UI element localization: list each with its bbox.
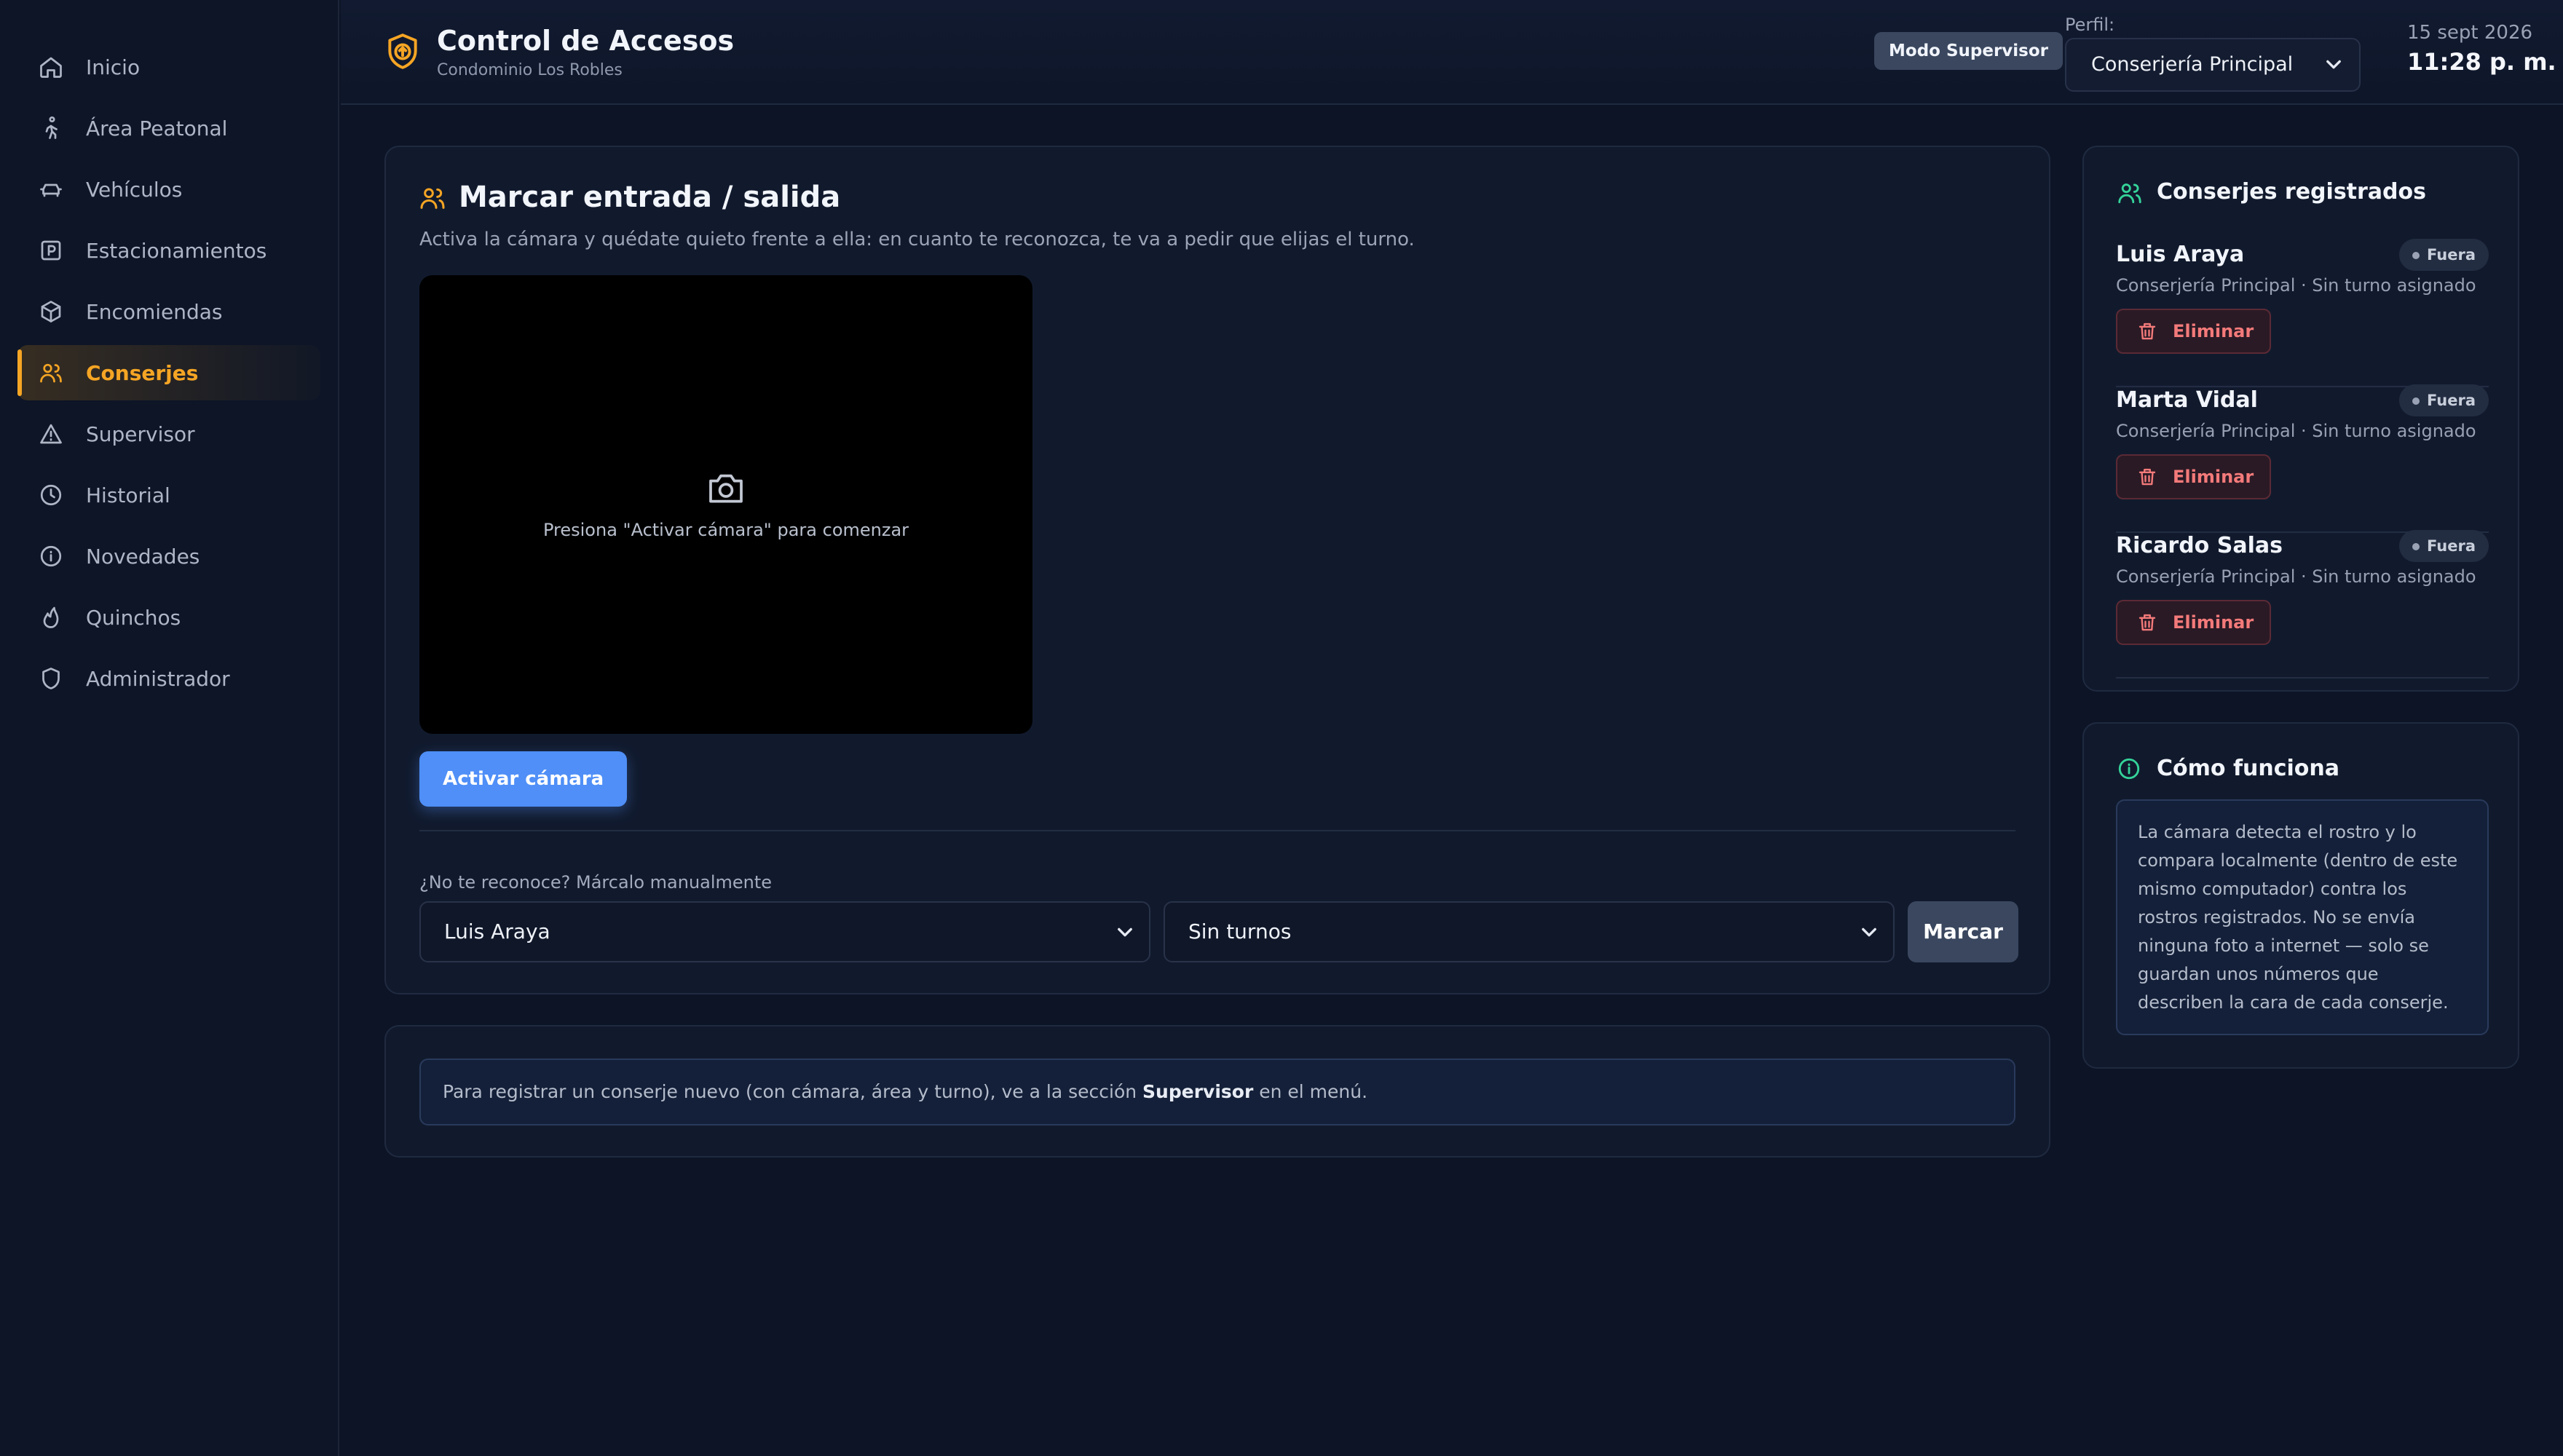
supervisor-mode-badge[interactable]: Modo Supervisor [1874, 32, 2064, 70]
camera-placeholder-text: Presiona "Activar cámara" para comenzar [542, 520, 909, 540]
sidebar-item-label: Supervisor [86, 422, 195, 446]
sidebar-item-inicio[interactable]: Inicio [17, 39, 320, 95]
panel-description: Activa la cámara y quédate quieto frente… [419, 229, 1415, 250]
delete-label: Eliminar [2173, 467, 2254, 487]
delete-guard-button[interactable]: Eliminar [2116, 600, 2272, 645]
info-text-after: en el menú. [1253, 1081, 1368, 1102]
delete-guard-button[interactable]: Eliminar [2116, 454, 2272, 499]
delete-guard-button[interactable]: Eliminar [2116, 309, 2272, 354]
info-text-supervisor: Supervisor [1142, 1081, 1254, 1102]
chevron-down-icon [1862, 927, 1876, 937]
trash-icon [2139, 468, 2156, 486]
guard-detail: Conserjería Principal · Sin turno asigna… [2116, 566, 2476, 587]
guard-name: Luis Araya [2116, 242, 2245, 267]
app-subtitle: Condominio Los Robles [437, 61, 623, 79]
profile-select-value: Conserjería Principal [2091, 53, 2294, 76]
profile-label: Perfil: [2065, 15, 2115, 35]
info-icon [40, 545, 62, 567]
registered-guards-title: Conserjes registrados [2157, 179, 2426, 205]
sidebar-item-vehiculos[interactable]: Vehículos [17, 162, 320, 217]
attendance-panel: Marcar entrada / salida Activa la cámara… [384, 146, 2050, 994]
parking-icon [41, 240, 61, 261]
register-info-panel: Para registrar un conserje nuevo (con cá… [384, 1025, 2050, 1158]
camera-icon [709, 474, 743, 503]
how-it-works-title: Cómo funciona [2157, 756, 2339, 781]
guard-name: Ricardo Salas [2116, 533, 2283, 558]
sidebar-item-label: Encomiendas [86, 299, 223, 324]
delete-label: Eliminar [2173, 321, 2254, 341]
app-title: Control de Accesos [437, 25, 735, 57]
camera-preview: Presiona "Activar cámara" para comenzar [419, 275, 1032, 734]
shift-select[interactable]: Sin turnos [1164, 901, 1895, 962]
trash-icon [2139, 323, 2156, 340]
divider [419, 830, 2015, 831]
top-header: Control de Accesos Condominio Los Robles… [341, 0, 2563, 105]
info-icon [2118, 758, 2140, 780]
walking-icon [45, 116, 58, 139]
current-date: 15 sept 2026 [2407, 22, 2533, 44]
car-icon [40, 183, 62, 197]
sidebar-item-estacionamientos[interactable]: Estacionamientos [17, 223, 320, 278]
package-icon [41, 301, 61, 323]
sidebar-item-label: Administrador [86, 666, 230, 691]
sidebar-item-novedades[interactable]: Novedades [17, 529, 320, 584]
guard-name: Marta Vidal [2116, 387, 2258, 413]
status-badge: Fuera [2398, 530, 2489, 562]
status-badge: Fuera [2398, 384, 2489, 416]
guard-detail: Conserjería Principal · Sin turno asigna… [2116, 275, 2476, 296]
manual-mark-label: ¿No te reconoce? Márcalo manualmente [419, 872, 773, 893]
info-text-before: Para registrar un conserje nuevo (con cá… [443, 1081, 1143, 1102]
flame-icon [43, 606, 59, 628]
sidebar-item-label: Área Peatonal [86, 116, 228, 141]
how-it-works-panel: Cómo funciona La cámara detecta el rostr… [2082, 722, 2519, 1069]
sidebar-item-historial[interactable]: Historial [17, 467, 320, 523]
guard-detail: Conserjería Principal · Sin turno asigna… [2116, 421, 2476, 441]
sidebar-item-label: Novedades [86, 544, 200, 569]
how-it-works-text: La cámara detecta el rostro y lo compara… [2116, 799, 2489, 1035]
guard-list-item: Luis Araya Fuera Conserjería Principal ·… [2116, 239, 2489, 387]
sidebar-item-encomiendas[interactable]: Encomiendas [17, 284, 320, 339]
warning-icon [40, 424, 62, 444]
registered-guards-panel: Conserjes registrados Luis Araya Fuera C… [2082, 146, 2519, 692]
shield-icon [42, 668, 60, 689]
guard-list-item: Ricardo Salas Fuera Conserjería Principa… [2116, 530, 2489, 678]
sidebar-item-label: Inicio [86, 55, 141, 79]
guard-list-item: Marta Vidal Fuera Conserjería Principal … [2116, 384, 2489, 533]
trash-icon [2139, 614, 2156, 631]
shield-arrow-icon [388, 33, 417, 69]
sidebar-item-label: Vehículos [86, 177, 183, 202]
chevron-down-icon [2326, 60, 2341, 69]
register-info-box: Para registrar un conserje nuevo (con cá… [419, 1059, 2015, 1125]
sidebar-item-label: Estacionamientos [86, 238, 267, 263]
panel-title: Marcar entrada / salida [459, 181, 841, 214]
clock-icon [40, 484, 62, 506]
sidebar: Inicio Área Peatonal Vehículos Estaciona… [0, 0, 339, 1456]
users-icon [2118, 183, 2141, 204]
sidebar-item-conserjes[interactable]: Conserjes [17, 345, 320, 400]
sidebar-item-label: Historial [86, 483, 170, 507]
sidebar-item-administrador[interactable]: Administrador [17, 651, 320, 706]
home-icon [40, 57, 62, 78]
sidebar-item-area-peatonal[interactable]: Área Peatonal [17, 100, 320, 156]
sidebar-item-label: Quinchos [86, 605, 181, 630]
chevron-down-icon [1118, 927, 1132, 937]
guard-select[interactable]: Luis Araya [419, 901, 1150, 962]
sidebar-item-quinchos[interactable]: Quinchos [17, 590, 320, 645]
mark-button[interactable]: Marcar [1908, 901, 2018, 962]
guard-select-value: Luis Araya [444, 919, 550, 943]
users-icon [420, 188, 445, 209]
users-icon [40, 363, 62, 383]
shift-select-value: Sin turnos [1188, 919, 1292, 943]
current-time: 11:28 p. m. [2407, 48, 2556, 76]
profile-select[interactable]: Conserjería Principal [2065, 38, 2361, 92]
activate-camera-button[interactable]: Activar cámara [419, 751, 628, 807]
sidebar-item-supervisor[interactable]: Supervisor [17, 406, 320, 462]
status-badge: Fuera [2398, 239, 2489, 271]
sidebar-item-label: Conserjes [86, 360, 199, 385]
delete-label: Eliminar [2173, 612, 2254, 633]
